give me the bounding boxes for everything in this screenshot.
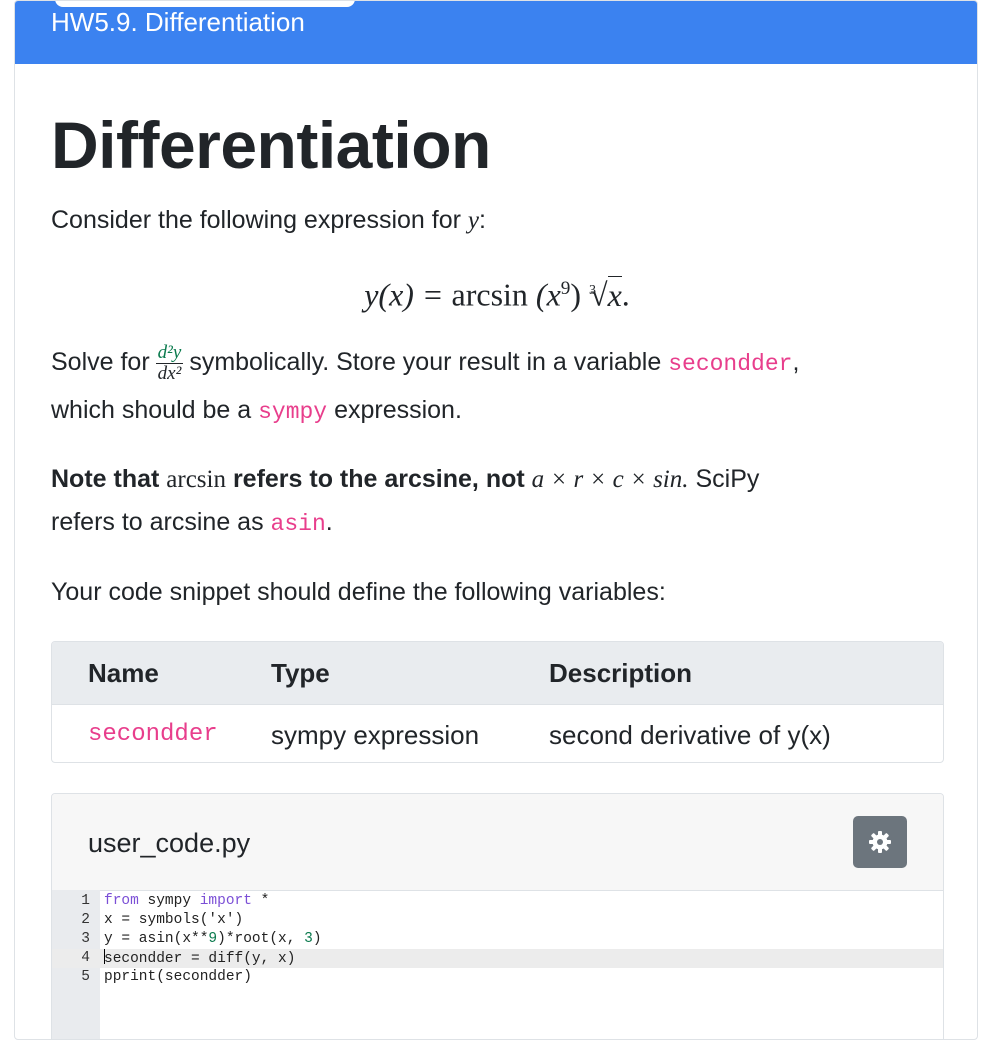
code-line[interactable]: 2 x = symbols('x')	[52, 911, 943, 930]
solve-line2-after: expression.	[334, 396, 462, 424]
eq-arg: (x	[535, 276, 561, 313]
header-description: Description	[549, 658, 693, 688]
table-header: Name Type Description	[52, 642, 943, 705]
header-bar: HW5.9. Differentiation	[15, 1, 977, 64]
solve-mid: symbolically. Store your result in a var…	[189, 348, 662, 377]
frac-numerator: d²y	[155, 342, 184, 364]
secondder-code: secondder	[668, 351, 793, 378]
solve-text-line2: which should be a sympy expression.	[51, 395, 462, 427]
table-row: secondder sympy expression second deriva…	[52, 704, 943, 762]
solve-before: Solve for	[51, 348, 150, 377]
frac-denominator: dx²	[157, 363, 182, 384]
eq-radicand: x	[607, 275, 622, 313]
code-text: y = asin(x**9)*root(x, 3)	[104, 931, 322, 947]
code-line-active[interactable]: 4 secondder = diff(y, x)	[52, 949, 943, 968]
note-line2-before: refers to arcsine as	[51, 508, 264, 536]
row-type: sympy expression	[271, 720, 480, 750]
gear-icon	[869, 831, 891, 853]
intro-text: Consider the following expression for y:	[51, 205, 486, 236]
note-line2-after: .	[325, 508, 333, 536]
solve-text: Solve for d²y dx² symbolically. Store your …	[51, 343, 799, 384]
line-number: 3	[81, 931, 90, 947]
page-header-title: HW5.9. Differentiation	[51, 7, 305, 37]
code-text: from sympy import *	[104, 893, 270, 909]
code-line[interactable]: 5 pprint(secondder)	[52, 968, 943, 987]
intro-after: :	[479, 206, 486, 234]
header-tab	[55, 1, 355, 7]
note-text: Note that arcsin refers to the arcsine, …	[51, 464, 759, 495]
code-line[interactable]: 1 from sympy import *	[52, 892, 943, 911]
asin-code: asin	[270, 511, 326, 537]
eq-exp: 9	[560, 278, 571, 299]
row-name: secondder	[88, 721, 218, 748]
note-text-line2: refers to arcsine as asin.	[51, 507, 333, 539]
code-editor[interactable]: 1 from sympy import * 2 x = symbols('x')…	[52, 890, 943, 1039]
line-number: 1	[81, 893, 90, 909]
sympy-code: sympy	[258, 399, 328, 425]
row-description: second derivative of y(x)	[549, 720, 831, 750]
radical-sign: √	[590, 276, 608, 313]
solve-line2-before: which should be a	[51, 396, 252, 424]
file-name: user_code.py	[88, 828, 251, 858]
note-func: arcsin	[166, 466, 226, 493]
code-text-content: secondder = diff(y, x)	[104, 951, 296, 967]
eq-end: .	[621, 276, 630, 313]
eq-close: )	[570, 276, 582, 313]
vars-intro: Your code snippet should define the foll…	[51, 578, 666, 606]
note-after: SciPy	[695, 465, 760, 493]
header-type: Type	[271, 658, 330, 688]
note-before: Note that	[51, 465, 160, 493]
code-panel: user_code.py 1 from sympy import * 2 x =…	[51, 793, 944, 1039]
note-product: a × r × c × sin.	[531, 466, 689, 493]
code-text: pprint(secondder)	[104, 969, 252, 985]
second-derivative-fraction: d²y dx²	[155, 342, 184, 384]
line-number: 2	[81, 912, 90, 928]
page-card: HW5.9. Differentiation Differentiation C…	[14, 0, 978, 1040]
line-number: 4	[81, 950, 90, 966]
eq-lhs: y(x) =	[364, 276, 452, 313]
line-number: 5	[81, 969, 90, 985]
header-name: Name	[88, 658, 159, 688]
intro-var: y	[467, 207, 479, 234]
code-panel-header: user_code.py	[52, 794, 943, 891]
code-text: secondder = diff(y, x)	[104, 949, 295, 969]
eq-func: arcsin	[451, 276, 528, 313]
variables-table: Name Type Description secondder sympy ex…	[51, 641, 944, 763]
code-text: x = symbols('x')	[104, 912, 244, 928]
note-mid: refers to the arcsine, not	[232, 465, 525, 493]
page-title: Differentiation	[51, 108, 491, 182]
solve-comma: ,	[792, 348, 800, 377]
display-equation: y(x) = arcsin (x9) 3√x.	[15, 269, 977, 315]
code-line[interactable]: 3 y = asin(x**9)*root(x, 3)	[52, 930, 943, 949]
intro-before: Consider the following expression for	[51, 206, 468, 234]
settings-button[interactable]	[853, 816, 907, 868]
